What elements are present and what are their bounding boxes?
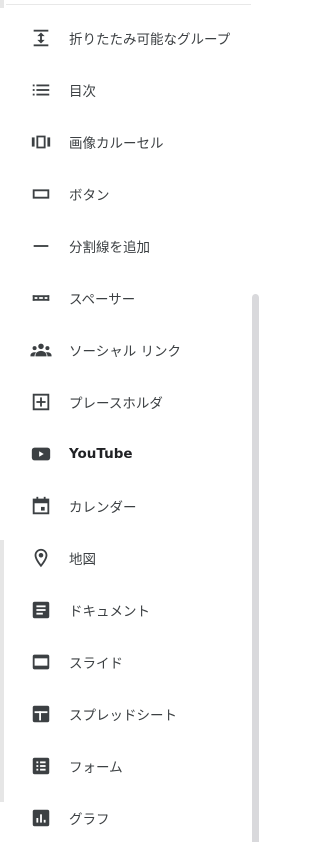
menu-item-spacer[interactable]: スペーサー — [6, 272, 246, 324]
menu-item-label: スライド — [69, 656, 123, 672]
table-of-contents-icon — [30, 79, 52, 101]
menu-item-calendar[interactable]: カレンダー — [6, 480, 246, 532]
menu-item-label: 画像カルーセル — [69, 136, 164, 152]
chart-icon — [30, 807, 52, 829]
youtube-icon — [30, 443, 52, 465]
sheets-icon — [30, 703, 52, 725]
menu-item-collapsible-group[interactable]: 折りたたみ可能なグループ — [6, 12, 246, 64]
menu-item-label: ドキュメント — [69, 604, 150, 620]
menu-item-label: ボタン — [69, 188, 110, 204]
menu-item-sheets[interactable]: スプレッドシート — [6, 688, 246, 740]
menu-item-slides[interactable]: スライド — [6, 636, 246, 688]
image-carousel-icon — [30, 131, 52, 153]
menu-item-image-carousel[interactable]: 画像カルーセル — [6, 116, 246, 168]
top-divider — [6, 4, 251, 5]
button-icon — [30, 183, 52, 205]
menu-item-label: ソーシャル リンク — [69, 344, 182, 360]
menu-item-label: グラフ — [69, 812, 110, 828]
menu-item-map[interactable]: 地図 — [6, 532, 246, 584]
menu-item-chart[interactable]: グラフ — [6, 792, 246, 844]
menu-item-label: プレースホルダ — [69, 396, 163, 412]
menu-item-label: 折りたたみ可能なグループ — [69, 32, 231, 48]
spacer-icon — [30, 287, 52, 309]
menu-item-label: 分割線を追加 — [69, 240, 150, 256]
menu-item-button[interactable]: ボタン — [6, 168, 246, 220]
menu-item-table-of-contents[interactable]: 目次 — [6, 64, 246, 116]
menu-item-label: 目次 — [69, 84, 96, 100]
scrollbar-track[interactable] — [252, 0, 259, 842]
collapsible-group-icon — [30, 27, 52, 49]
scrollbar-thumb[interactable] — [252, 294, 259, 842]
menu-item-label: カレンダー — [69, 500, 137, 516]
menu-item-youtube[interactable]: YouTube — [6, 428, 246, 480]
menu-item-social-links[interactable]: ソーシャル リンク — [6, 324, 246, 376]
docs-icon — [30, 599, 52, 621]
menu-item-label: スプレッドシート — [69, 708, 177, 724]
calendar-icon — [30, 495, 52, 517]
divider-icon — [30, 235, 52, 257]
map-pin-icon — [30, 547, 52, 569]
slides-icon — [30, 651, 52, 673]
forms-icon — [30, 755, 52, 777]
placeholder-icon — [30, 391, 52, 413]
menu-item-label: フォーム — [69, 760, 123, 776]
insert-menu: 折りたたみ可能なグループ 目次 画像カルーセル ボタン 分割線を追加 スペーサー… — [6, 12, 246, 844]
menu-item-placeholder[interactable]: プレースホルダ — [6, 376, 246, 428]
social-links-icon — [30, 339, 52, 361]
menu-item-label: スペーサー — [69, 292, 136, 308]
menu-item-label: 地図 — [69, 552, 96, 568]
menu-item-label: YouTube — [69, 446, 133, 462]
left-edge-shade-top — [0, 0, 4, 8]
menu-item-docs[interactable]: ドキュメント — [6, 584, 246, 636]
left-edge-shade-bottom — [0, 540, 4, 802]
menu-item-divider[interactable]: 分割線を追加 — [6, 220, 246, 272]
menu-item-forms[interactable]: フォーム — [6, 740, 246, 792]
